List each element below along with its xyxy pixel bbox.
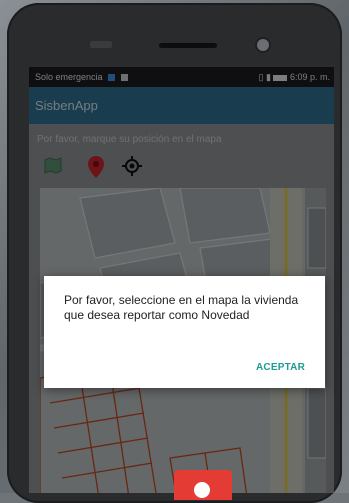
sensor (90, 41, 112, 48)
front-camera (257, 39, 269, 51)
novelty-dialog: Por favor, seleccione en el mapa la vivi… (44, 276, 325, 388)
speaker (159, 43, 217, 48)
accept-button[interactable]: ACEPTAR (256, 362, 305, 373)
report-icon (194, 482, 210, 498)
report-button[interactable] (174, 470, 232, 500)
dialog-message: Por favor, seleccione en el mapa la vivi… (64, 293, 299, 322)
